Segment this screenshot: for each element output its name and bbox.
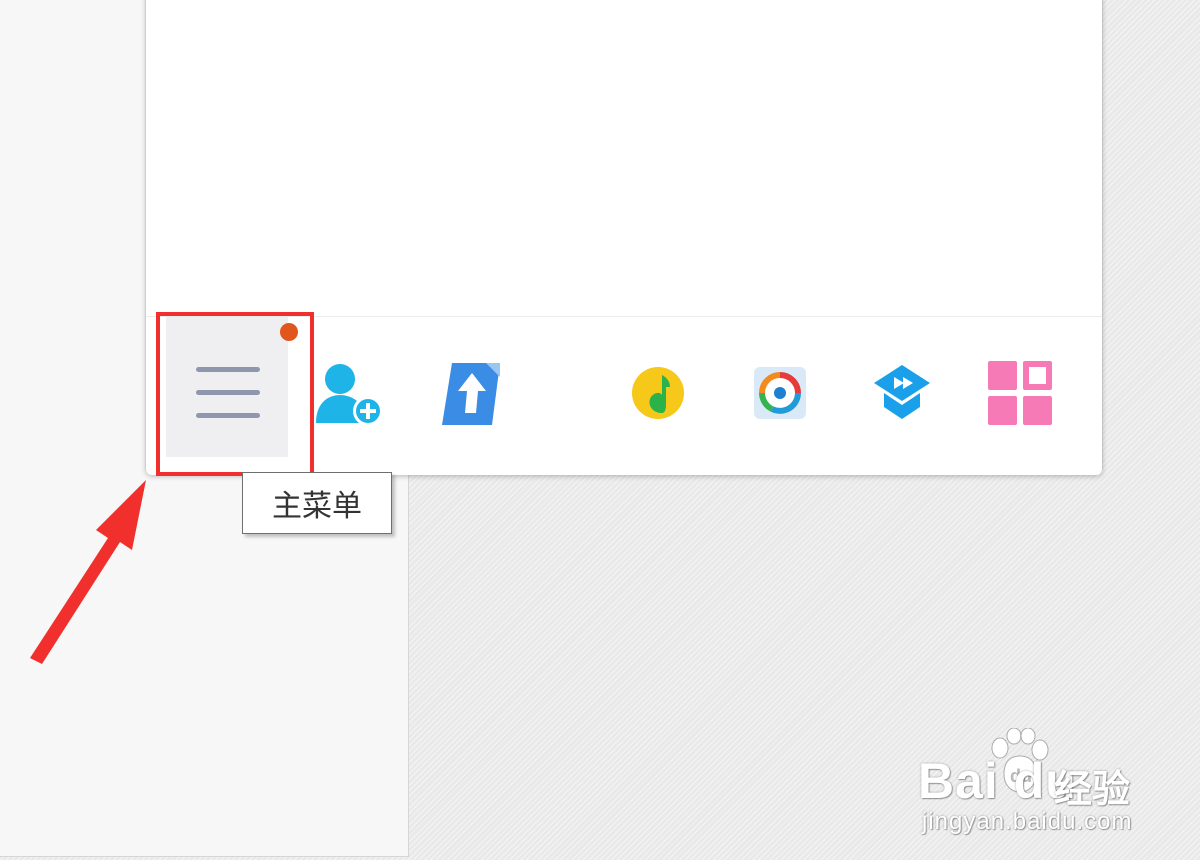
menu-line-icon — [196, 413, 260, 418]
menu-line-icon — [196, 390, 260, 395]
tencent-classroom-icon[interactable] — [870, 361, 934, 425]
bottom-toolbar — [146, 316, 1102, 475]
notification-dot — [280, 323, 298, 341]
add-contact-icon[interactable] — [312, 357, 392, 437]
watermark-brand-cn: 经验 — [1054, 767, 1131, 811]
qq-main-window — [146, 0, 1102, 475]
contact-list-area — [146, 0, 1102, 316]
qq-music-icon[interactable] — [630, 365, 686, 421]
tooltip-text: 主菜单 — [272, 489, 362, 524]
tencent-video-icon[interactable] — [752, 365, 808, 421]
app-manager-icon[interactable] — [986, 359, 1054, 427]
menu-line-icon — [196, 367, 260, 372]
transfer-upload-icon[interactable] — [438, 359, 508, 429]
watermark-url: jingyan.baidu.com — [922, 808, 1133, 835]
watermark-brand: Bai du — [918, 753, 1077, 809]
main-menu-tooltip: 主菜单 — [242, 472, 392, 534]
red-arrow-icon — [20, 470, 160, 674]
baidu-jingyan-watermark: du Bai du 经验 jingyan.baidu.com — [918, 728, 1158, 838]
main-menu-button[interactable] — [166, 317, 298, 457]
